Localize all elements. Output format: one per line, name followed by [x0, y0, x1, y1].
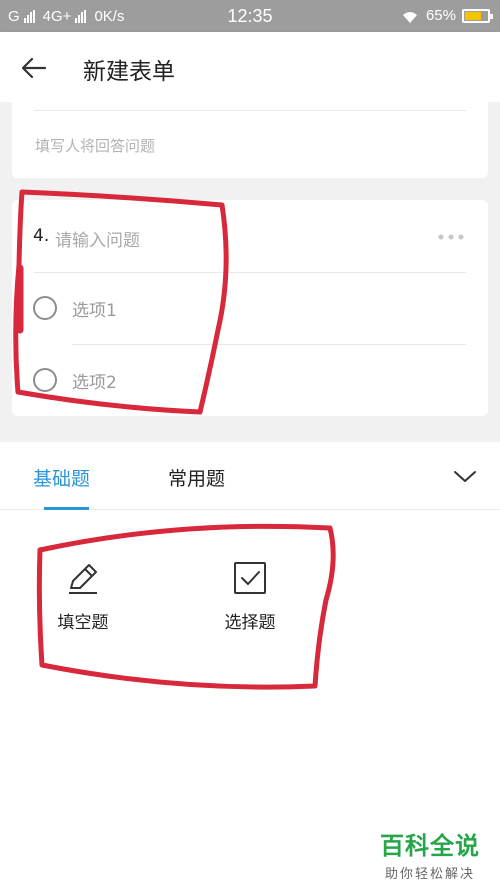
status-right: 65% [400, 7, 493, 24]
battery-fill [465, 11, 481, 20]
form-area: 填写人将回答问题 4. 请输入问题 选项1 选项2 [0, 102, 500, 442]
option-row-2[interactable]: 选项2 [33, 366, 117, 394]
radio-icon[interactable] [33, 368, 57, 392]
previous-question-card: 填写人将回答问题 [12, 102, 488, 178]
active-tab-indicator [44, 507, 89, 510]
watermark-subtitle: 助你轻松解决 [384, 867, 475, 882]
divider [72, 344, 466, 345]
radio-icon[interactable] [33, 296, 57, 320]
tab-common-questions[interactable]: 常用题 [168, 464, 225, 491]
option-label[interactable]: 选项2 [72, 368, 117, 393]
checkbox-icon [234, 562, 266, 594]
more-options-icon[interactable] [436, 227, 466, 247]
tab-basic-questions[interactable]: 基础题 [33, 464, 90, 491]
question-number: 4. [33, 226, 50, 246]
battery-icon [462, 8, 493, 23]
divider [34, 272, 466, 273]
divider [34, 110, 466, 111]
question-type-label[interactable]: 填空题 [33, 608, 133, 633]
question-input[interactable]: 请输入问题 [55, 226, 140, 251]
question-type-panel: 基础题 常用题 填空题 选择题 [0, 442, 500, 889]
question-card[interactable]: 4. 请输入问题 选项1 选项2 [12, 200, 488, 416]
app-bar: 新建表单 [0, 32, 500, 102]
option-row-1[interactable]: 选项1 [33, 294, 117, 322]
fill-blank-type-button[interactable]: 填空题 [33, 560, 133, 633]
status-bar: G 4G+ 0K/s 12:35 65% [0, 0, 500, 32]
answer-placeholder: 填写人将回答问题 [35, 137, 156, 155]
choice-type-button[interactable]: 选择题 [200, 560, 300, 633]
tab-bar: 基础题 常用题 [0, 442, 500, 510]
pencil-icon [69, 564, 97, 594]
page-title: 新建表单 [83, 59, 175, 85]
arrow-left-icon[interactable] [18, 52, 50, 84]
chevron-down-icon[interactable] [450, 464, 480, 488]
watermark-title: 百科全说 [380, 832, 480, 860]
option-label[interactable]: 选项1 [72, 296, 117, 321]
wifi-icon [402, 11, 417, 23]
watermark-logo: 百科全说 助你轻松解决 [370, 826, 490, 882]
battery-percent: 65% [425, 7, 456, 24]
question-type-label[interactable]: 选择题 [200, 608, 300, 633]
